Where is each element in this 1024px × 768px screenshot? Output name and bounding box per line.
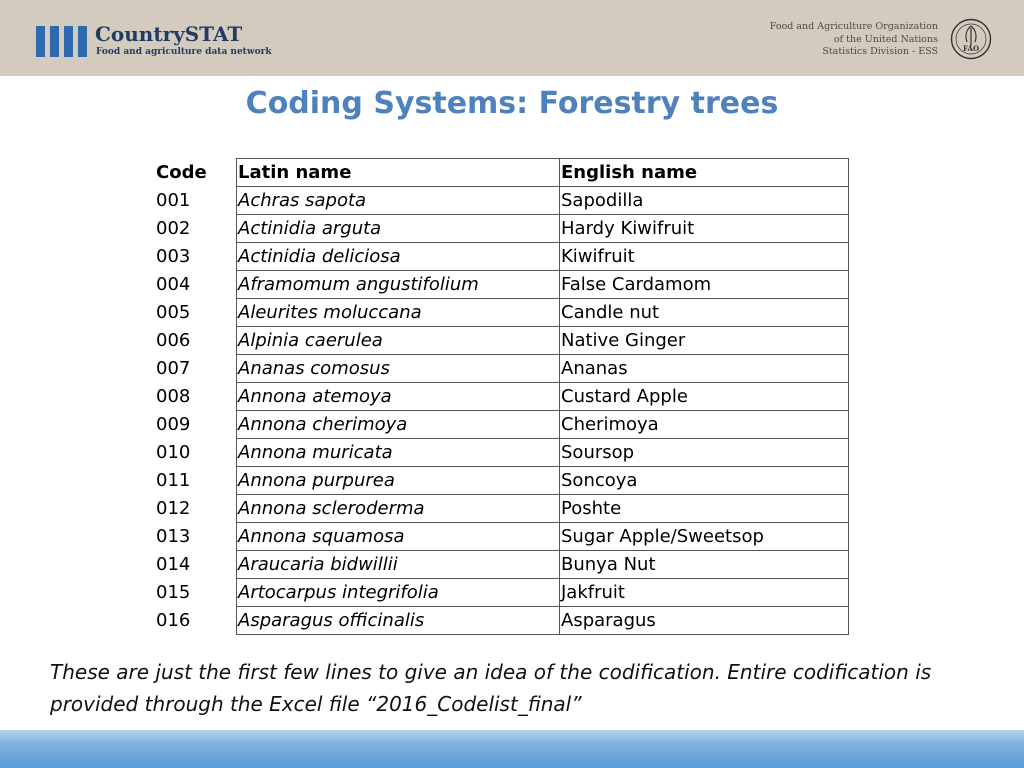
english-name-cell: Custard Apple — [559, 382, 849, 411]
table-row: 016 Asparagus officinalis Asparagus — [155, 606, 849, 635]
latin-name-cell: Annona squamosa — [236, 522, 560, 551]
english-name-cell: Ananas — [559, 354, 849, 383]
table-row: 011 Annona purpurea Soncoya — [155, 466, 849, 495]
table-row: 012 Annona scleroderma Poshte — [155, 494, 849, 523]
table-row: 001 Achras sapota Sapodilla — [155, 186, 849, 215]
latin-name-cell: Actinidia arguta — [236, 214, 560, 243]
latin-name-cell: Aleurites moluccana — [236, 298, 560, 327]
table-row: 005 Aleurites moluccana Candle nut — [155, 298, 849, 327]
code-cell: 006 — [156, 330, 191, 351]
brand-name: CountrySTAT — [95, 22, 243, 46]
code-cell: 013 — [156, 526, 191, 547]
table-row: 014 Araucaria bidwillii Bunya Nut — [155, 550, 849, 579]
english-name-cell: Soncoya — [559, 466, 849, 495]
latin-name-cell: Annona muricata — [236, 438, 560, 467]
code-cell: 010 — [156, 442, 191, 463]
latin-name-cell: Aframomum angustifolium — [236, 270, 560, 299]
organization-name: Food and Agriculture Organization of the… — [770, 21, 938, 59]
english-name-cell: Asparagus — [559, 606, 849, 635]
english-name-cell: Kiwifruit — [559, 242, 849, 271]
latin-name-cell: Artocarpus integrifolia — [236, 578, 560, 607]
code-cell: 001 — [156, 190, 191, 211]
brand-tagline: Food and agriculture data network — [96, 47, 272, 57]
latin-name-cell: Annona scleroderma — [236, 494, 560, 523]
table-row: 009 Annona cherimoya Cherimoya — [155, 410, 849, 439]
english-name-cell: Poshte — [559, 494, 849, 523]
english-name-cell: Candle nut — [559, 298, 849, 327]
table-row: 015 Artocarpus integrifolia Jakfruit — [155, 578, 849, 607]
english-name-cell: Hardy Kiwifruit — [559, 214, 849, 243]
code-cell: 011 — [156, 470, 191, 491]
latin-name-cell: Alpinia caerulea — [236, 326, 560, 355]
code-cell: 003 — [156, 246, 191, 267]
english-name-cell: Cherimoya — [559, 410, 849, 439]
code-cell: 002 — [156, 218, 191, 239]
latin-name-cell: Asparagus officinalis — [236, 606, 560, 635]
fao-logo-icon: FAO — [950, 18, 992, 60]
code-cell: 009 — [156, 414, 191, 435]
table-row: 006 Alpinia caerulea Native Ginger — [155, 326, 849, 355]
latin-name-cell: Ananas comosus — [236, 354, 560, 383]
footnote-text: These are just the first few lines to gi… — [50, 660, 932, 716]
fao-logo-text: FAO — [963, 44, 979, 53]
column-header-code: Code — [156, 162, 207, 183]
table-row: 002 Actinidia arguta Hardy Kiwifruit — [155, 214, 849, 243]
coding-table: Code Latin name English name 001 Achras s… — [155, 158, 849, 635]
english-name-cell: Sugar Apple/Sweetsop — [559, 522, 849, 551]
latin-name-cell: Actinidia deliciosa — [236, 242, 560, 271]
code-cell: 014 — [156, 554, 191, 575]
english-name-cell: False Cardamom — [559, 270, 849, 299]
code-cell: 005 — [156, 302, 191, 323]
table-row: 004 Aframomum angustifolium False Cardamom — [155, 270, 849, 299]
english-name-cell: Jakfruit — [559, 578, 849, 607]
english-name-cell: Soursop — [559, 438, 849, 467]
latin-name-cell: Achras sapota — [236, 186, 560, 215]
latin-name-cell: Annona cherimoya — [236, 410, 560, 439]
code-cell: 015 — [156, 582, 191, 603]
latin-name-cell: Annona purpurea — [236, 466, 560, 495]
org-line: of the United Nations — [833, 33, 938, 45]
english-name-cell: Sapodilla — [559, 186, 849, 215]
table-row: 010 Annona muricata Soursop — [155, 438, 849, 467]
column-header-english: English name — [559, 158, 849, 187]
code-cell: 008 — [156, 386, 191, 407]
code-cell: 007 — [156, 358, 191, 379]
org-line: Food and Agriculture Organization — [769, 21, 938, 32]
table-row: 003 Actinidia deliciosa Kiwifruit — [155, 242, 849, 271]
column-header-latin: Latin name — [236, 158, 560, 187]
code-cell: 012 — [156, 498, 191, 519]
org-line: Statistics Division - ESS — [822, 46, 938, 57]
header-banner: CountrySTAT Food and agriculture data ne… — [0, 0, 1024, 76]
table-row: 008 Annona atemoya Custard Apple — [155, 382, 849, 411]
code-cell: 016 — [156, 610, 191, 631]
latin-name-cell: Annona atemoya — [236, 382, 560, 411]
latin-name-cell: Araucaria bidwillii — [236, 550, 560, 579]
english-name-cell: Native Ginger — [559, 326, 849, 355]
footer-bar — [0, 730, 1024, 768]
table-header-row: Code Latin name English name — [155, 158, 849, 187]
table-row: 007 Ananas comosus Ananas — [155, 354, 849, 383]
english-name-cell: Bunya Nut — [559, 550, 849, 579]
table-row: 013 Annona squamosa Sugar Apple/Sweetsop — [155, 522, 849, 551]
code-cell: 004 — [156, 274, 191, 295]
page-title: Coding Systems: Forestry trees — [245, 86, 779, 121]
